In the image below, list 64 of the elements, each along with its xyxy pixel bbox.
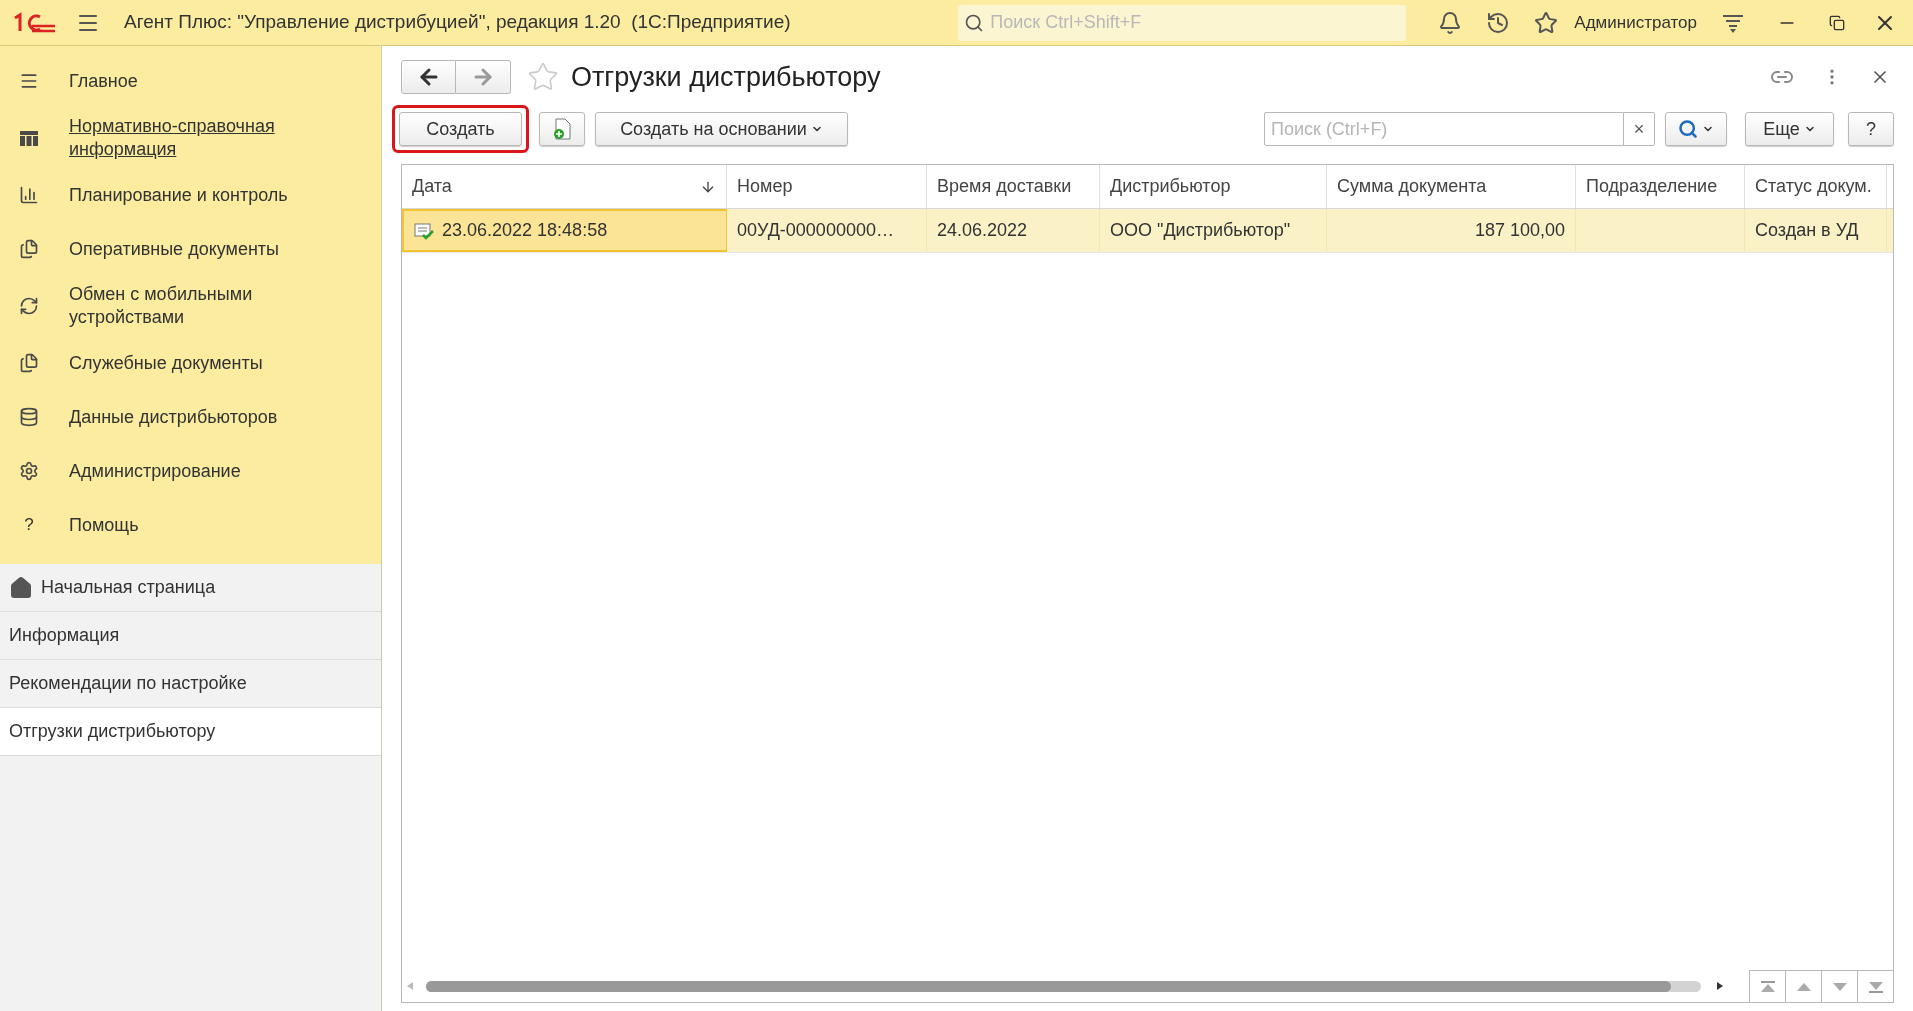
section-item[interactable]: Обмен с мобильными устройствами xyxy=(69,283,299,329)
favorite-star-icon[interactable] xyxy=(527,61,559,93)
triangle-icon xyxy=(1831,980,1848,993)
clear-button[interactable]: × xyxy=(1624,112,1655,146)
scroll-right-icon[interactable] xyxy=(1717,982,1723,990)
double-triangle-icon xyxy=(1759,980,1776,993)
column-header[interactable]: Подразделение xyxy=(1576,165,1745,208)
home-icon xyxy=(9,575,33,600)
section-item[interactable]: Планирование и контроль xyxy=(69,183,299,207)
table-cell: 24.06.2022 xyxy=(927,209,1100,252)
documents-icon xyxy=(19,353,39,373)
star-icon[interactable] xyxy=(1534,10,1559,35)
settings-icon xyxy=(19,461,39,481)
global-search-field[interactable]: Поиск Ctrl+Shift+F xyxy=(958,4,1407,41)
form-title: Отгрузки дистрибьютору xyxy=(571,60,881,94)
search-options-button[interactable] xyxy=(1665,112,1727,146)
sync-icon xyxy=(19,296,39,316)
table-row[interactable]: 23.06.2022 18:48:58 00УД-000000000… 24.06.2022 ООО "Дистрибьютор" 187 100,00 Создан в УД xyxy=(402,209,1893,253)
table-cell: 00УД-000000000… xyxy=(727,209,927,252)
add-document-icon xyxy=(552,117,572,141)
search-icon xyxy=(1678,119,1698,139)
more-button[interactable]: Еще xyxy=(1745,112,1834,146)
scroll-top-button[interactable] xyxy=(1749,970,1785,1002)
section-item[interactable]: Служебные документы xyxy=(69,351,299,375)
documents-icon xyxy=(19,239,39,259)
history-icon[interactable] xyxy=(1486,10,1511,35)
menu-icon xyxy=(19,71,39,91)
section-item[interactable]: Оперативные документы xyxy=(69,237,299,261)
column-header[interactable]: Сумма документа xyxy=(1327,165,1576,208)
column-header[interactable]: Время доставки xyxy=(927,165,1100,208)
column-header[interactable]: Статус докум. xyxy=(1745,165,1887,208)
table-cell: ООО "Дистрибьютор" xyxy=(1100,209,1327,252)
help-icon: ? xyxy=(19,512,39,538)
window-title: Агент Плюс: "Управление дистрибуцией", редакция 1.20 (1С:Предприятие) xyxy=(124,10,791,35)
restore-icon[interactable] xyxy=(1829,14,1845,31)
table-cell: 23.06.2022 18:48:58 xyxy=(402,209,727,252)
posted-document-icon xyxy=(414,221,434,240)
double-triangle-icon xyxy=(1867,980,1884,993)
column-header[interactable]: Номер xyxy=(727,165,927,208)
scroll-bottom-button[interactable] xyxy=(1857,970,1893,1002)
table-cell: 187 100,00 xyxy=(1327,209,1576,252)
create-based-on-button[interactable]: Создать на основании xyxy=(595,112,848,146)
section-item[interactable]: Помощь xyxy=(69,513,299,537)
logo-icon xyxy=(12,11,56,34)
add-document-button[interactable] xyxy=(539,112,585,146)
help-button[interactable]: ? xyxy=(1848,112,1894,146)
column-header[interactable]: Дистрибьютор xyxy=(1100,165,1327,208)
user-name[interactable]: Администратор xyxy=(1574,9,1697,36)
table-cell: Создан в УД xyxy=(1745,209,1887,252)
horizontal-scrollbar[interactable] xyxy=(426,980,1701,992)
search-field[interactable]: Поиск (Ctrl+F) xyxy=(1264,112,1624,146)
bell-icon[interactable] xyxy=(1438,10,1463,35)
section-link[interactable]: Нормативно-справочная информация xyxy=(69,115,299,161)
bar-chart-icon xyxy=(19,185,39,205)
column-header[interactable]: Дата xyxy=(402,165,727,208)
section-item[interactable]: Главное xyxy=(69,69,299,93)
search-icon xyxy=(964,12,985,33)
back-button[interactable] xyxy=(401,60,456,94)
section-item[interactable]: Администрирование xyxy=(69,459,299,483)
open-window-item[interactable]: Отгрузки дистрибьютору xyxy=(0,708,381,756)
section-item[interactable]: Данные дистрибьюторов xyxy=(69,405,299,429)
database-icon xyxy=(19,407,39,427)
grid-icon xyxy=(19,128,39,148)
create-button[interactable]: Создать xyxy=(399,112,522,146)
